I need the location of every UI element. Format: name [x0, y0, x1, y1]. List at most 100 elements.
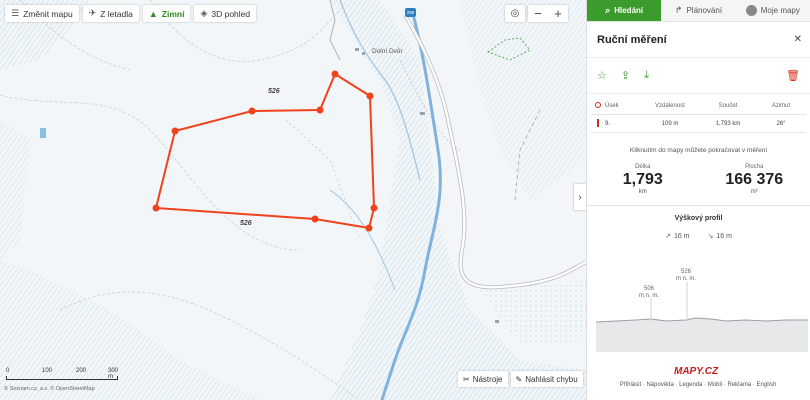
area-value: 166 376	[725, 171, 784, 188]
profile-min-label: 506 m n. m.	[639, 286, 659, 299]
route-vertex	[152, 204, 160, 212]
layers-icon: ☰	[11, 8, 20, 18]
table-header: Úsek Vzdálenost Součet Azimut	[591, 97, 806, 115]
cell-segment: 9.	[605, 120, 611, 127]
start-point-icon	[595, 101, 601, 108]
panel-actions: ☆ ⇪ ⤓ 🗑	[587, 58, 810, 94]
winter-button[interactable]: ▲ Zimní	[142, 5, 191, 22]
scale-label: 0	[6, 368, 10, 374]
aerial-label: Z letadla	[100, 8, 133, 19]
tab-search[interactable]: ⌕ Hledání	[587, 0, 662, 21]
length-stat: Délka 1,793 km	[587, 164, 699, 195]
col-distance: Vzdálenost	[655, 102, 685, 109]
pencil-icon: ✎	[515, 374, 523, 384]
locate-button[interactable]: ◎	[505, 5, 525, 22]
mountain-icon: ▲	[148, 8, 158, 19]
ascent: ↗ 16 m	[665, 232, 689, 240]
tools-button[interactable]: ✂ Nástroje	[458, 371, 508, 387]
tab-my-maps[interactable]: Moje mapy	[736, 0, 810, 21]
tab-planning-label: Plánování	[686, 6, 723, 15]
report-error-button[interactable]: ✎ Nahlásit chybu	[510, 371, 583, 387]
scale-line	[6, 376, 118, 380]
change-map-button[interactable]: ☰ Změnit mapu	[5, 5, 79, 22]
route-vertex	[366, 92, 374, 100]
tools-label: Nástroje	[472, 374, 503, 384]
panel-tabs: ⌕ Hledání ↱ Plánování Moje mapy	[587, 0, 810, 22]
cube-icon: ◈	[200, 8, 208, 18]
target-icon: ◎	[510, 7, 520, 19]
cell-azimuth: 26°	[776, 120, 786, 127]
download-icon[interactable]: ⤓	[644, 69, 649, 82]
route-vertex	[331, 70, 339, 78]
elevation-label: 526	[240, 220, 252, 227]
profile-title: Výškový profil	[674, 215, 723, 222]
descent: ↘ 16 m	[708, 232, 732, 240]
area-stat: Plocha 166 376 m²	[699, 164, 810, 195]
plane-icon: ✈	[88, 8, 97, 18]
length-unit: km	[638, 189, 647, 195]
route-vertex	[316, 106, 324, 114]
trash-icon[interactable]: 🗑	[786, 69, 800, 82]
cell-distance: 109 m	[661, 120, 679, 127]
star-icon[interactable]: ☆	[597, 69, 607, 82]
route-vertex	[370, 204, 378, 212]
pin-icon	[597, 118, 599, 127]
profile-area	[596, 318, 808, 352]
climb-stats: ↗ 16 m ↘ 16 m	[587, 232, 810, 240]
profile-max-unit: m n. m.	[676, 275, 697, 282]
collapse-panel-button[interactable]: ›	[574, 184, 586, 210]
road-number-badge: 296	[405, 8, 416, 17]
search-icon: ⌕	[605, 5, 611, 15]
aerial-button[interactable]: ✈ Z letadla	[82, 5, 139, 22]
tab-planning[interactable]: ↱ Plánování	[661, 0, 735, 21]
profile-max-value: 526	[681, 269, 692, 275]
share-icon[interactable]: ⇪	[621, 69, 630, 82]
mapy-logo: MAPY.CZ	[674, 366, 719, 377]
area-unit: m²	[750, 189, 758, 195]
scale-label: 200	[76, 368, 87, 374]
zoom-out-button[interactable]: −	[528, 5, 548, 22]
3d-view-button[interactable]: ◈ 3D pohled	[194, 5, 257, 22]
map-canvas[interactable]: 526 526 Dolní Dvůr 296 ☰ Změnit mapu ✈ Z l…	[0, 0, 586, 400]
panel-header: Ruční měření ✕	[587, 22, 810, 58]
divider	[587, 205, 810, 206]
panel-title: Ruční měření	[597, 33, 667, 46]
app: 526 526 Dolní Dvůr 296 ☰ Změnit mapu ✈ Z l…	[0, 0, 810, 400]
route-line	[154, 72, 376, 230]
map-toolbar: ☰ Změnit mapu ✈ Z letadla ▲ Zimní ◈ 3D pohle…	[5, 5, 257, 22]
continue-hint: Kliknutím do mapy můžete pokračovat v mě…	[629, 147, 768, 154]
scale-bar: 0 100 200 300 m	[6, 368, 118, 380]
report-label: Nahlásit chybu	[525, 374, 578, 384]
footer-links[interactable]: Přihlásit · Nápověda · Legenda · Mobil ·…	[586, 382, 810, 388]
copyright: © Seznam.cz, a.s. © OpenStreetMap	[4, 386, 95, 392]
segments-table: Úsek Vzdálenost Součet Azimut 9. 109 m 1…	[587, 97, 810, 133]
village-label: Dolní Dvůr	[372, 48, 403, 55]
close-icon[interactable]: ✕	[794, 34, 802, 45]
descent-icon: ↘	[707, 233, 714, 240]
descent-value: 16 m	[716, 233, 732, 240]
table-row[interactable]: 9. 109 m 1,793 km 26°	[591, 115, 806, 133]
length-label: Délka	[635, 164, 651, 170]
zoom-group: − +	[528, 5, 568, 22]
measurement-stats: Délka 1,793 km Plocha 166 376 m²	[587, 164, 810, 195]
area-label: Plocha	[745, 164, 764, 170]
ascent-icon: ↗	[665, 233, 671, 240]
cell-sum: 1,793 km	[715, 120, 741, 127]
measurement-route[interactable]	[0, 0, 586, 400]
route-vertex	[365, 224, 373, 232]
elevation-label: 526	[268, 88, 280, 95]
col-azimuth: Azimut	[771, 102, 791, 109]
scale-label: 100	[42, 368, 53, 374]
change-map-label: Změnit mapu	[23, 8, 73, 19]
tab-my-maps-label: Moje mapy	[760, 6, 800, 15]
length-value: 1,793	[622, 171, 663, 188]
profile-min-unit: m n. m.	[639, 292, 660, 299]
winter-label: Zimní	[161, 8, 185, 19]
zoom-in-button[interactable]: +	[548, 5, 568, 22]
elevation-profile-chart[interactable]	[596, 262, 808, 352]
3d-view-label: 3D pohled	[211, 8, 251, 19]
col-segment: Úsek	[605, 102, 619, 109]
route-vertex	[248, 107, 256, 115]
route-icon: ↱	[674, 5, 683, 15]
tools-icon: ✂	[463, 374, 470, 384]
